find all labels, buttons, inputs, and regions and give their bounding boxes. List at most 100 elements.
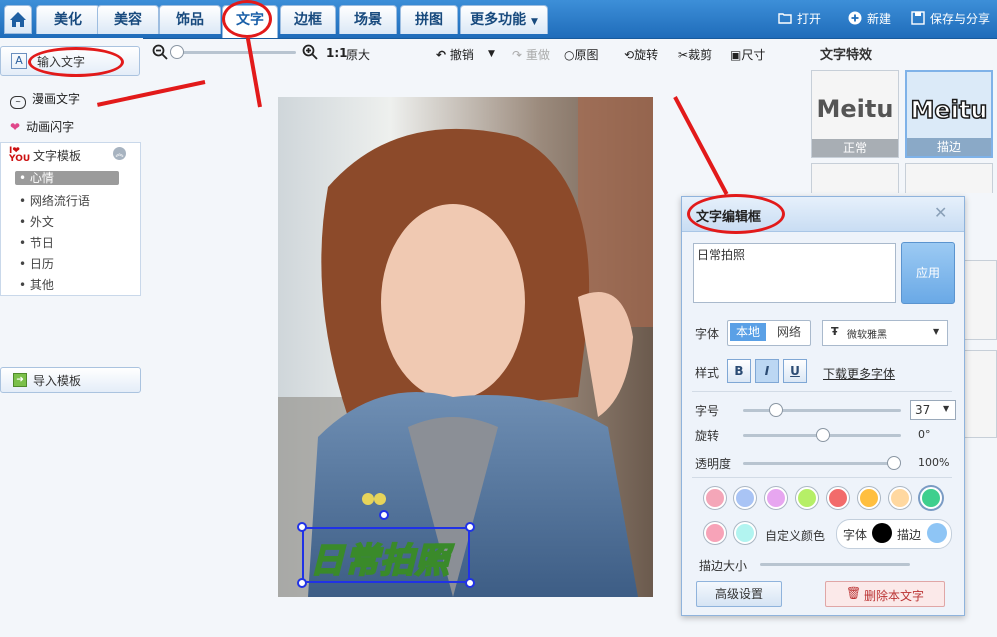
text-editor-panel: 文字编辑框 ✕ 日常拍照 应用 字体 本地 网络 Ŧ 微软雅黑 ▼ 样式 B I… [681, 196, 965, 616]
image-toolbar: 1:1 原大 ↶ 撤销 ▼ ↷ 重做 ○原图 ⟲旋转 ✂裁剪 ▣尺寸 [140, 38, 810, 70]
effect-stroke[interactable]: Meitu 描边 [905, 70, 993, 158]
rotate-button[interactable]: ⟲旋转 [624, 46, 658, 63]
color-swatch-orange[interactable] [858, 487, 880, 509]
color-swatch-rose[interactable] [704, 522, 726, 544]
color-swatch-aqua[interactable] [734, 522, 756, 544]
tab-scene[interactable]: 场景 [339, 5, 397, 34]
color-target-toggle: 字体 描边 [836, 519, 952, 549]
template-item-other[interactable]: • 其他 [19, 276, 54, 293]
rotate-label: 旋转 [634, 48, 659, 62]
color-swatch-pink[interactable] [704, 487, 726, 509]
import-template-button[interactable]: ➜ 导入模板 [0, 367, 141, 393]
effect-caption: 正常 [812, 139, 898, 157]
rotate-handle[interactable] [379, 510, 389, 520]
crop-button[interactable]: ✂裁剪 [678, 46, 712, 63]
tab-beauty[interactable]: 美容 [97, 5, 159, 34]
template-item-festival[interactable]: • 节日 [19, 234, 54, 251]
animated-text-label: 动画闪字 [26, 120, 75, 134]
underline-button[interactable]: U [783, 359, 807, 383]
text-input-area[interactable]: 日常拍照 [693, 243, 896, 303]
speech-bubble-icon: ~ [10, 96, 26, 109]
effect-item[interactable] [963, 260, 997, 340]
effect-caption: 描边 [907, 138, 991, 156]
font-local-option[interactable]: 本地 [730, 323, 766, 341]
template-item-mood[interactable]: • 心情 [15, 171, 119, 185]
rotate-label: 旋转 [695, 429, 720, 443]
font-network-option[interactable]: 网络 [772, 323, 806, 341]
opacity-slider[interactable] [743, 462, 893, 465]
size-slider-knob[interactable] [768, 403, 783, 417]
zoom-slider[interactable] [176, 51, 296, 54]
home-button[interactable] [4, 5, 32, 34]
resize-handle-top-left[interactable] [297, 522, 307, 532]
font-color-label[interactable]: 字体 [843, 526, 867, 543]
photo-canvas[interactable]: 日常拍照 [278, 97, 653, 597]
size-select[interactable]: 37 ▼ [910, 400, 956, 420]
resize-handle-bottom-left[interactable] [297, 578, 307, 588]
template-item-internet-slang[interactable]: • 网络流行语 [19, 192, 90, 209]
close-icon[interactable]: ✕ [934, 203, 947, 222]
bold-button[interactable]: B [727, 359, 751, 383]
resize-handle-top-right[interactable] [465, 522, 475, 532]
effect-item[interactable] [905, 163, 993, 193]
annotation-arrow [673, 96, 729, 196]
redo-icon: ↷ [512, 48, 523, 62]
open-button[interactable]: 打开 [778, 10, 821, 27]
undo-button[interactable]: ↶ 撤销 [436, 46, 474, 63]
collapse-icon[interactable]: ︽ [113, 147, 126, 160]
text-template-panel: I❤ YOU 文字模板 ︽ • 心情 • 网络流行语 • 外文 • 节日 • 日历… [0, 142, 141, 296]
color-swatch-lime[interactable] [796, 487, 818, 509]
color-swatch-green[interactable] [920, 487, 942, 509]
delete-text-button[interactable]: 🗑 删除本文字 [825, 581, 945, 607]
font-color-swatch[interactable] [872, 523, 892, 543]
effect-item[interactable] [811, 163, 899, 193]
animated-text-item[interactable]: ❤ 动画闪字 [10, 118, 74, 135]
tab-collage[interactable]: 拼图 [400, 5, 458, 34]
apply-button[interactable]: 应用 [901, 242, 955, 304]
new-button[interactable]: 新建 [848, 10, 891, 27]
stroke-size-slider[interactable] [760, 563, 910, 566]
color-swatch-peach[interactable] [889, 487, 911, 509]
download-fonts-link[interactable]: 下载更多字体 [823, 365, 895, 382]
tab-more-features[interactable]: 更多功能 ▼ [460, 5, 548, 34]
italic-button[interactable]: I [755, 359, 779, 383]
color-swatch-light-blue[interactable] [734, 487, 756, 509]
rotate-slider-knob[interactable] [816, 428, 830, 442]
color-swatch-red[interactable] [827, 487, 849, 509]
annotation-ellipse [222, 0, 272, 38]
original-size-button[interactable]: 原大 [346, 46, 370, 63]
zoom-in-icon[interactable] [302, 44, 318, 63]
advanced-settings-button[interactable]: 高级设置 [696, 581, 782, 607]
save-share-button[interactable]: 保存与分享 [911, 10, 990, 27]
import-arrow-icon: ➜ [13, 373, 27, 387]
resize-handle-bottom-right[interactable] [465, 578, 475, 588]
zoom-slider-knob[interactable] [170, 45, 184, 59]
chevron-down-icon: ▼ [943, 404, 950, 413]
font-type-icon: Ŧ [831, 325, 839, 338]
template-item-calendar[interactable]: • 日历 [19, 255, 54, 272]
font-source-toggle: 本地 网络 [727, 320, 811, 346]
effect-normal[interactable]: Meitu 正常 [811, 70, 899, 158]
tab-frame[interactable]: 边框 [280, 5, 336, 34]
stroke-color-label[interactable]: 描边 [897, 526, 921, 543]
color-swatch-violet[interactable] [765, 487, 787, 509]
effect-item[interactable] [963, 350, 997, 438]
size-slider[interactable] [743, 409, 901, 412]
effects-title: 文字特效 [820, 48, 873, 63]
annotation-ellipse [687, 194, 785, 234]
undo-label: 撤销 [449, 48, 474, 62]
stroke-color-swatch[interactable] [927, 523, 947, 543]
custom-color-button[interactable]: 自定义颜色 [765, 527, 825, 544]
redo-button[interactable]: ↷ 重做 [512, 46, 550, 63]
zoom-out-icon[interactable] [152, 44, 168, 63]
tab-accessories[interactable]: 饰品 [159, 5, 221, 34]
comic-text-item[interactable]: ~ 漫画文字 [10, 90, 80, 109]
text-selection-box[interactable]: 日常拍照 [302, 527, 470, 583]
original-image-button[interactable]: ○原图 [564, 46, 599, 63]
resize-button[interactable]: ▣尺寸 [730, 46, 765, 63]
undo-dropdown-icon[interactable]: ▼ [488, 49, 495, 59]
template-item-foreign[interactable]: • 外文 [19, 213, 54, 230]
opacity-slider-knob[interactable] [887, 456, 901, 470]
font-select[interactable]: Ŧ 微软雅黑 ▼ [822, 320, 948, 346]
tab-beautify[interactable]: 美化 [36, 5, 100, 34]
